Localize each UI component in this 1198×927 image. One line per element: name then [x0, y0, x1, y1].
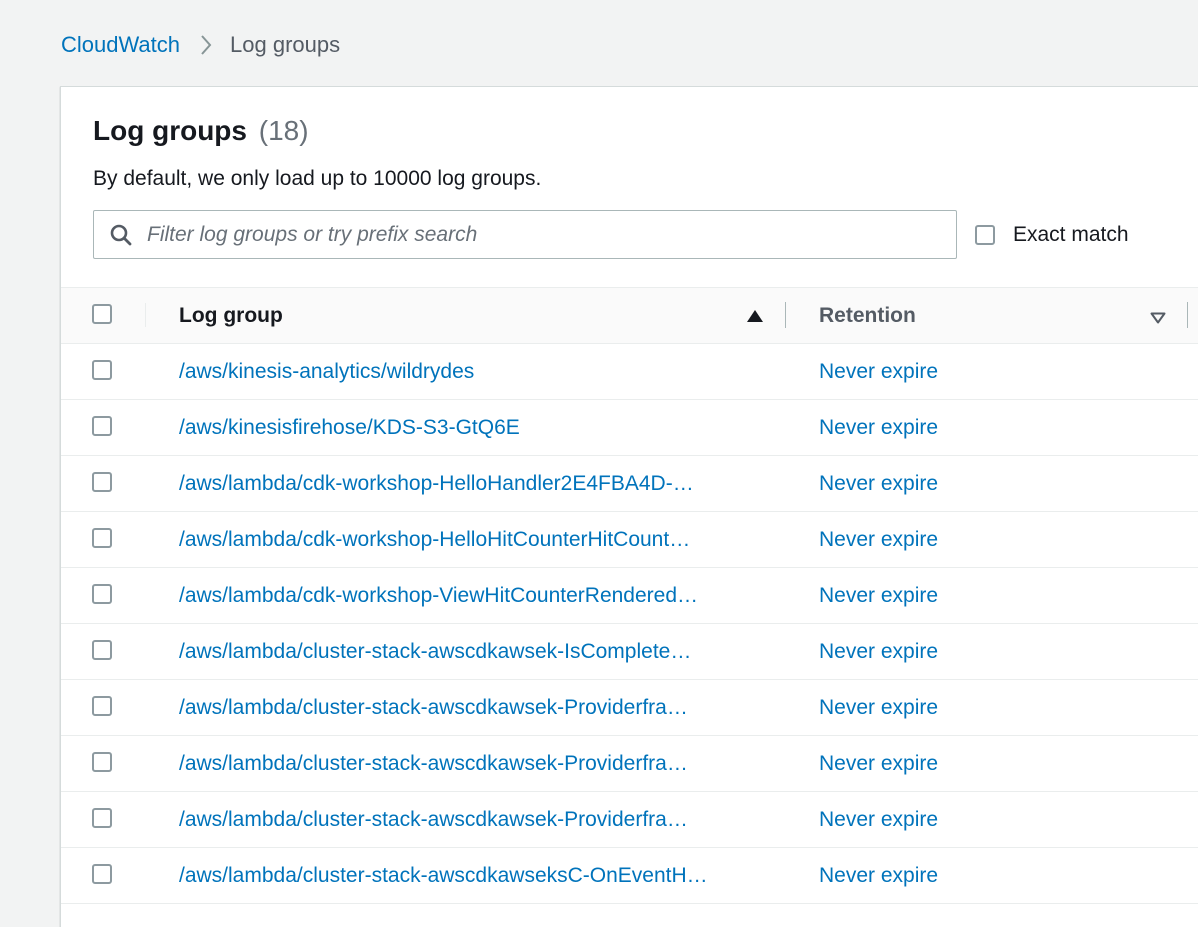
table-body: /aws/kinesis-analytics/wildrydes Never e…: [61, 344, 1198, 904]
log-group-link[interactable]: /aws/kinesisfirehose/KDS-S3-GtQ6E: [179, 400, 759, 455]
panel-header: Log groups (18) By default, we only load…: [93, 113, 1198, 190]
column-resizer[interactable]: [1187, 302, 1188, 328]
row-checkbox[interactable]: [92, 752, 112, 772]
column-divider: [145, 303, 146, 327]
log-group-link[interactable]: /aws/lambda/cdk-workshop-ViewHitCounterR…: [179, 568, 759, 623]
retention-link[interactable]: Never expire: [819, 400, 938, 455]
row-checkbox[interactable]: [92, 696, 112, 716]
table-row[interactable]: /aws/lambda/cluster-stack-awscdkawsek-Pr…: [61, 680, 1198, 736]
table-row[interactable]: /aws/kinesis-analytics/wildrydes Never e…: [61, 344, 1198, 400]
row-select-cell: [92, 752, 112, 777]
retention-link[interactable]: Never expire: [819, 848, 938, 903]
breadcrumb: CloudWatch Log groups: [61, 30, 340, 60]
table-row[interactable]: /aws/kinesisfirehose/KDS-S3-GtQ6E Never …: [61, 400, 1198, 456]
exact-match-checkbox[interactable]: [975, 225, 995, 245]
row-checkbox[interactable]: [92, 808, 112, 828]
caret-down-outline-icon[interactable]: [1150, 312, 1166, 324]
table-row[interactable]: /aws/lambda/cluster-stack-awscdkawseksC-…: [61, 848, 1198, 904]
retention-link[interactable]: Never expire: [819, 624, 938, 679]
select-all-cell: [92, 304, 112, 329]
column-resizer[interactable]: [785, 302, 786, 328]
log-group-link[interactable]: /aws/lambda/cluster-stack-awscdkawseksC-…: [179, 848, 759, 903]
filter-log-groups-input[interactable]: [147, 222, 927, 247]
table-row[interactable]: /aws/lambda/cdk-workshop-HelloHandler2E4…: [61, 456, 1198, 512]
log-group-link[interactable]: /aws/kinesis-analytics/wildrydes: [179, 344, 759, 399]
row-checkbox[interactable]: [92, 864, 112, 884]
log-groups-table: Log group Retention /aws/kinesis-analyti…: [61, 287, 1198, 904]
exact-match-toggle[interactable]: Exact match: [975, 223, 1129, 247]
page-title: Log groups (18): [93, 113, 1198, 149]
search-icon: [109, 223, 133, 247]
row-checkbox[interactable]: [92, 360, 112, 380]
caret-up-icon[interactable]: [747, 310, 763, 322]
row-select-cell: [92, 696, 112, 721]
row-checkbox[interactable]: [92, 528, 112, 548]
retention-link[interactable]: Never expire: [819, 736, 938, 791]
log-group-link[interactable]: /aws/lambda/cluster-stack-awscdkawsek-Pr…: [179, 680, 759, 735]
row-checkbox[interactable]: [92, 584, 112, 604]
log-group-count: (18): [258, 115, 309, 146]
exact-match-label: Exact match: [1013, 223, 1129, 246]
column-header-log-group[interactable]: Log group: [179, 288, 759, 343]
retention-link[interactable]: Never expire: [819, 680, 938, 735]
row-select-cell: [92, 808, 112, 833]
row-select-cell: [92, 864, 112, 889]
row-select-cell: [92, 584, 112, 609]
retention-link[interactable]: Never expire: [819, 568, 938, 623]
log-group-link[interactable]: /aws/lambda/cluster-stack-awscdkawsek-Pr…: [179, 736, 759, 791]
log-groups-panel: Log groups (18) By default, we only load…: [60, 86, 1198, 927]
log-group-link[interactable]: /aws/lambda/cluster-stack-awscdkawsek-Is…: [179, 624, 759, 679]
log-group-link[interactable]: /aws/lambda/cdk-workshop-HelloHitCounter…: [179, 512, 759, 567]
page-title-text: Log groups: [93, 115, 247, 146]
retention-link[interactable]: Never expire: [819, 792, 938, 847]
retention-link[interactable]: Never expire: [819, 344, 938, 399]
row-select-cell: [92, 472, 112, 497]
retention-link[interactable]: Never expire: [819, 512, 938, 567]
table-row[interactable]: /aws/lambda/cluster-stack-awscdkawsek-Is…: [61, 624, 1198, 680]
breadcrumb-cloudwatch-link[interactable]: CloudWatch: [61, 32, 180, 58]
row-checkbox[interactable]: [92, 472, 112, 492]
retention-link[interactable]: Never expire: [819, 456, 938, 511]
panel-description: By default, we only load up to 10000 log…: [93, 167, 542, 190]
column-header-retention[interactable]: Retention: [819, 288, 916, 343]
row-select-cell: [92, 528, 112, 553]
table-row[interactable]: /aws/lambda/cluster-stack-awscdkawsek-Pr…: [61, 736, 1198, 792]
row-checkbox[interactable]: [92, 416, 112, 436]
table-row[interactable]: /aws/lambda/cluster-stack-awscdkawsek-Pr…: [61, 792, 1198, 848]
row-select-cell: [92, 640, 112, 665]
log-group-link[interactable]: /aws/lambda/cluster-stack-awscdkawsek-Pr…: [179, 792, 759, 847]
log-group-link[interactable]: /aws/lambda/cdk-workshop-HelloHandler2E4…: [179, 456, 759, 511]
chevron-right-icon: [200, 34, 212, 56]
filter-search-box[interactable]: [93, 210, 957, 259]
select-all-checkbox[interactable]: [92, 304, 112, 324]
breadcrumb-current: Log groups: [230, 32, 341, 57]
table-row[interactable]: /aws/lambda/cdk-workshop-ViewHitCounterR…: [61, 568, 1198, 624]
row-select-cell: [92, 360, 112, 385]
row-checkbox[interactable]: [92, 640, 112, 660]
row-select-cell: [92, 416, 112, 441]
table-row[interactable]: /aws/lambda/cdk-workshop-HelloHitCounter…: [61, 512, 1198, 568]
table-header: Log group Retention: [61, 287, 1198, 344]
